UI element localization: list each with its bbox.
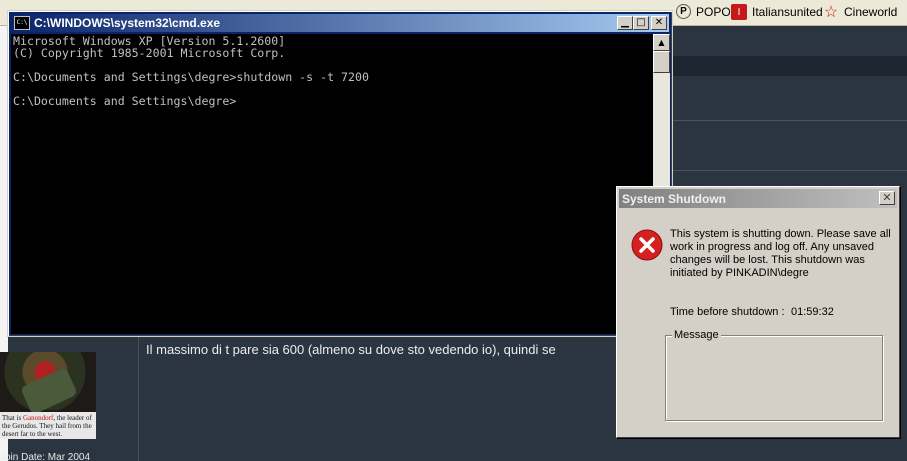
cmd-titlebar[interactable]: C:\ C:\WINDOWS\system32\cmd.exe ▁ □ ✕ xyxy=(11,14,669,32)
star-icon: ☆ xyxy=(823,4,839,21)
bookmark-cineworld[interactable]: ☆ Cineworld xyxy=(823,4,898,21)
column-divider xyxy=(138,330,139,461)
console-output[interactable]: Microsoft Windows XP [Version 5.1.2600] … xyxy=(11,34,653,334)
post-text: Il massimo di t pare sia 600 (almeno su … xyxy=(146,342,556,357)
window-title: C:\WINDOWS\system32\cmd.exe xyxy=(34,16,221,30)
avatar: That is Ganondorf, the leader of the Ger… xyxy=(0,352,96,439)
console-line: (C) Copyright 1985-2001 Microsoft Corp. xyxy=(13,46,286,60)
scroll-up-button[interactable]: ▲ xyxy=(653,34,670,51)
close-button[interactable]: ✕ xyxy=(651,16,667,30)
dialog-titlebar[interactable]: System Shutdown ✕ xyxy=(619,189,897,208)
cmd-icon[interactable]: C:\ xyxy=(14,16,30,30)
error-icon xyxy=(631,229,663,261)
bookmark-label: POPO xyxy=(696,4,731,19)
join-date: Join Date: Mar 2004 xyxy=(0,452,91,461)
divider xyxy=(672,170,907,171)
avatar-caption: That is Ganondorf, the leader of the Ger… xyxy=(0,412,96,439)
italiansunited-icon: I xyxy=(731,4,747,20)
bookmark-label: Cineworld xyxy=(844,5,898,19)
countdown-value: 01:59:32 xyxy=(791,306,834,318)
bookmark-label: Italiansunited xyxy=(752,5,823,19)
close-icon: ✕ xyxy=(882,191,892,204)
bookmark-italiansunited[interactable]: I Italiansunited xyxy=(731,4,823,20)
message-groupbox xyxy=(665,335,883,421)
bookmark-popo[interactable]: P POPO xyxy=(676,4,731,19)
time-before-shutdown-label: Time before shutdown : xyxy=(670,306,785,318)
popo-icon: P xyxy=(676,4,691,19)
message-group-label: Message xyxy=(672,329,721,341)
scrollbar-thumb[interactable] xyxy=(653,51,670,73)
forum-header-strip xyxy=(672,56,907,76)
arrow-up-icon: ▲ xyxy=(658,38,665,47)
avatar-image xyxy=(0,352,96,410)
system-shutdown-dialog[interactable]: System Shutdown ✕ This system is shuttin… xyxy=(616,186,900,438)
window-controls: ▁ □ ✕ xyxy=(617,16,667,30)
divider xyxy=(672,120,907,121)
minimize-icon: ▁ xyxy=(621,17,629,28)
maximize-icon: □ xyxy=(636,17,646,28)
console-prompt[interactable]: C:\Documents and Settings\degre> xyxy=(13,95,651,107)
cmd-window[interactable]: C:\ C:\WINDOWS\system32\cmd.exe ▁ □ ✕ Mi… xyxy=(7,10,673,337)
close-icon: ✕ xyxy=(654,17,664,28)
shutdown-message: This system is shutting down. Please sav… xyxy=(670,228,891,279)
console-line: C:\Documents and Settings\degre>shutdown… xyxy=(13,70,369,84)
maximize-button[interactable]: □ xyxy=(633,16,649,30)
dialog-close-button[interactable]: ✕ xyxy=(879,191,895,205)
dialog-title: System Shutdown xyxy=(622,191,727,206)
minimize-button[interactable]: ▁ xyxy=(617,16,633,30)
